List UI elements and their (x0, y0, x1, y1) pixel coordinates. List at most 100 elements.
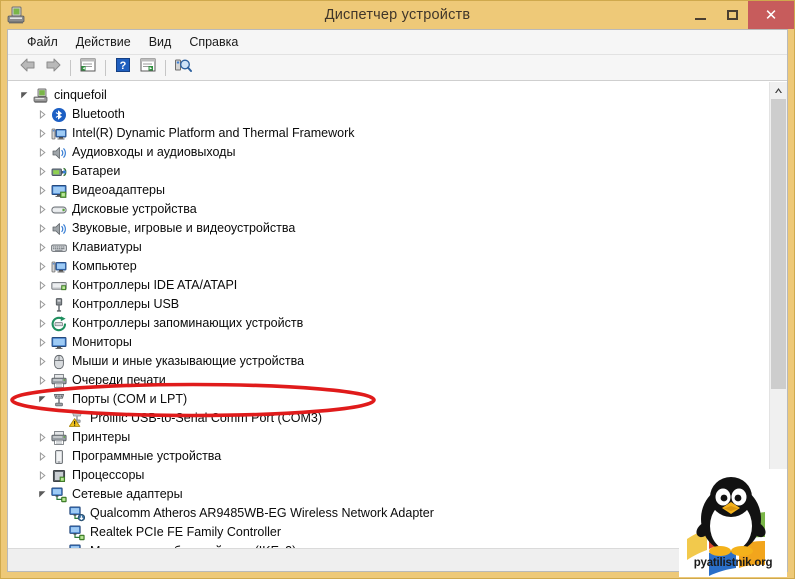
properties-button[interactable] (76, 57, 100, 79)
expander-expanded-icon[interactable] (34, 490, 50, 499)
tree-item[interactable]: Мониторы (8, 333, 769, 352)
forward-button[interactable] (41, 57, 65, 79)
expander-collapsed-icon[interactable] (34, 471, 50, 480)
device-tree[interactable]: cinquefoil Bluetooth Intel(R) Dynamic Plat… (8, 82, 769, 548)
menu-item-action[interactable]: Действие (67, 33, 140, 51)
expander-collapsed-icon[interactable] (34, 224, 50, 233)
scan-hardware-button[interactable] (171, 57, 195, 79)
expander-collapsed-icon[interactable] (34, 110, 50, 119)
tree-item-label: Аудиовходы и аудиовыходы (72, 145, 236, 159)
printer-icon (50, 430, 68, 446)
tree-item-label: Qualcomm Atheros AR9485WB-EG Wireless Ne… (90, 506, 434, 520)
maximize-button[interactable] (716, 1, 748, 29)
toolbar-separator (70, 59, 71, 76)
help-icon: ? (115, 57, 131, 78)
update-driver-button[interactable] (136, 57, 160, 79)
tree-item[interactable]: Батареи (8, 162, 769, 181)
storage-controller-icon (50, 315, 68, 332)
expander-expanded-icon[interactable] (16, 91, 32, 100)
device-manager-icon (6, 5, 26, 25)
tree-item[interactable]: cinquefoil (8, 86, 769, 105)
menu-item-help[interactable]: Справка (180, 33, 247, 51)
tree-item[interactable]: Prolific USB-to-Serial Comm Port (COM3) (8, 409, 769, 428)
expander-collapsed-icon[interactable] (34, 281, 50, 290)
close-button[interactable]: ✕ (748, 1, 794, 29)
tree-item[interactable]: Видеоадаптеры (8, 181, 769, 200)
tree-item[interactable]: Контроллеры USB (8, 295, 769, 314)
tree-item-label: Дисковые устройства (72, 202, 197, 216)
maximize-icon (726, 10, 738, 20)
tree-item[interactable]: Клавиатуры (8, 238, 769, 257)
chevron-up-icon (775, 88, 782, 93)
network-adapter-icon (50, 487, 68, 503)
expander-expanded-icon[interactable] (34, 395, 50, 404)
sound-device-icon (50, 221, 68, 237)
tree-item-label: Видеоадаптеры (72, 183, 165, 197)
tree-item[interactable]: Bluetooth (8, 105, 769, 124)
back-button[interactable] (16, 57, 40, 79)
expander-collapsed-icon[interactable] (34, 319, 50, 328)
window-title: Диспетчер устройств (324, 7, 471, 23)
svg-text:?: ? (120, 60, 127, 72)
tree-item-label: Prolific USB-to-Serial Comm Port (COM3) (90, 411, 322, 425)
tree-item-label: Мини-порт глобальной сети (IKEv2) (86, 542, 296, 548)
expander-collapsed-icon[interactable] (34, 148, 50, 157)
tree-item-label: Компьютер (72, 259, 137, 273)
network-adapter-icon (68, 525, 86, 541)
menu-item-file[interactable]: Файл (18, 33, 67, 51)
tree-item-label: Порты (COM и LPT) (72, 392, 188, 406)
window-controls: ✕ (684, 1, 794, 29)
tree-item[interactable]: Программные устройства (8, 447, 769, 466)
tree-item[interactable]: Контроллеры запоминающих устройств (8, 314, 769, 333)
tree-item[interactable]: Realtek PCIe FE Family Controller (8, 523, 769, 542)
title-bar[interactable]: Диспетчер устройств ✕ (1, 1, 794, 29)
tree-item[interactable]: Qualcomm Atheros AR9485WB-EG Wireless Ne… (8, 504, 769, 523)
tree-item[interactable]: Звуковые, игровые и видеоустройства (8, 219, 769, 238)
tree-item[interactable]: Процессоры (8, 466, 769, 485)
tree-item-label: Intel(R) Dynamic Platform and Thermal Fr… (72, 126, 355, 140)
expander-collapsed-icon[interactable] (34, 300, 50, 309)
expander-collapsed-icon[interactable] (34, 167, 50, 176)
expander-collapsed-icon[interactable] (34, 376, 50, 385)
menu-item-view[interactable]: Вид (140, 33, 181, 51)
expander-collapsed-icon[interactable] (34, 338, 50, 347)
help-button[interactable]: ? (111, 57, 135, 79)
scroll-track[interactable] (770, 99, 787, 531)
tree-item[interactable]: Сетевые адаптеры (8, 485, 769, 504)
expander-collapsed-icon[interactable] (34, 452, 50, 461)
tree-item[interactable]: Аудиовходы и аудиовыходы (8, 143, 769, 162)
tree-item[interactable]: Компьютер (8, 257, 769, 276)
scroll-down-button[interactable] (770, 531, 787, 548)
expander-collapsed-icon[interactable] (34, 129, 50, 138)
mouse-icon (50, 354, 68, 370)
ide-controller-icon (50, 278, 68, 294)
expander-collapsed-icon[interactable] (34, 357, 50, 366)
tree-item[interactable]: Мыши и иные указывающие устройства (8, 352, 769, 371)
tree-item-label: Процессоры (72, 468, 145, 482)
processor-icon (50, 468, 68, 484)
audio-icon (50, 145, 68, 161)
menu-bar: Файл Действие Вид Справка (8, 30, 787, 55)
minimize-button[interactable] (684, 1, 716, 29)
tree-item[interactable]: Очереди печати (8, 371, 769, 390)
tree-item[interactable]: Intel(R) Dynamic Platform and Thermal Fr… (8, 124, 769, 143)
scroll-up-button[interactable] (770, 82, 787, 99)
tree-item[interactable]: Контроллеры IDE ATA/ATAPI (8, 276, 769, 295)
tree-item[interactable]: Мини-порт глобальной сети (IKEv2) (8, 542, 769, 548)
expander-collapsed-icon[interactable] (34, 205, 50, 214)
tree-item[interactable]: Порты (COM и LPT) (8, 390, 769, 409)
status-bar (8, 548, 787, 571)
scroll-thumb[interactable] (771, 99, 786, 389)
tree-item[interactable]: Принтеры (8, 428, 769, 447)
system-device-icon (50, 259, 68, 275)
expander-collapsed-icon[interactable] (34, 243, 50, 252)
scan-hardware-icon (174, 57, 192, 78)
tree-item-label: Контроллеры USB (72, 297, 180, 311)
expander-collapsed-icon[interactable] (34, 186, 50, 195)
tree-item[interactable]: Дисковые устройства (8, 200, 769, 219)
expander-collapsed-icon[interactable] (34, 262, 50, 271)
vertical-scrollbar[interactable] (769, 82, 787, 548)
tree-item-label: Программные устройства (72, 449, 222, 463)
usb-icon (50, 297, 68, 313)
expander-collapsed-icon[interactable] (34, 433, 50, 442)
